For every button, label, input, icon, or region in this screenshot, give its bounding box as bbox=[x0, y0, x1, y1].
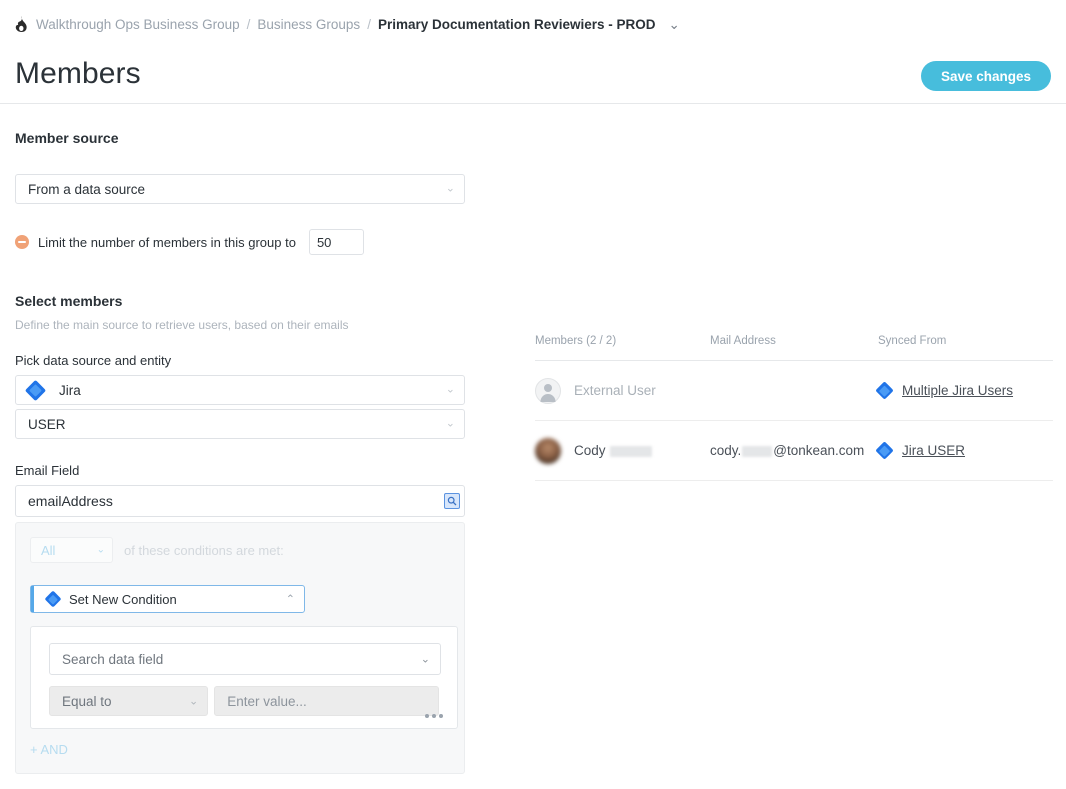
jira-diamond-icon bbox=[25, 379, 46, 400]
ellipsis-icon[interactable] bbox=[425, 714, 443, 718]
redacted-mail bbox=[742, 446, 772, 457]
mail-cell bbox=[710, 361, 878, 421]
chevron-down-icon: ⌄ bbox=[446, 184, 455, 195]
select-members-heading: Select members bbox=[15, 293, 465, 309]
member-name: Cody bbox=[574, 443, 606, 458]
email-field-wrapper bbox=[15, 485, 465, 517]
limit-members-row: Limit the number of members in this grou… bbox=[15, 229, 465, 255]
member-source-value: From a data source bbox=[28, 182, 145, 197]
data-field-placeholder: Search data field bbox=[62, 652, 163, 667]
flame-icon bbox=[15, 16, 28, 33]
limit-members-label: Limit the number of members in this grou… bbox=[38, 235, 296, 250]
mail-cell: cody. @tonkean.com bbox=[710, 421, 878, 481]
settings-column: Member source From a data source ⌄ Limit… bbox=[15, 130, 465, 774]
breadcrumb: Walkthrough Ops Business Group / Busines… bbox=[15, 16, 680, 33]
entity-select[interactable]: USER ⌄ bbox=[15, 409, 465, 439]
data-field-select[interactable]: Search data field ⌄ bbox=[49, 643, 441, 675]
members-table: Members (2 / 2) Mail Address Synced From… bbox=[535, 335, 1053, 481]
synced-cell: Jira USER bbox=[878, 421, 1053, 481]
page-title: Members bbox=[15, 57, 141, 91]
column-header-mail: Mail Address bbox=[710, 335, 878, 361]
breadcrumb-item-current[interactable]: Primary Documentation Reviewiers - PROD bbox=[378, 17, 656, 32]
synced-from-link[interactable]: Multiple Jira Users bbox=[902, 383, 1013, 398]
table-header-row: Members (2 / 2) Mail Address Synced From bbox=[535, 335, 1053, 361]
avatar bbox=[535, 378, 561, 404]
search-glyph bbox=[447, 496, 457, 506]
chevron-down-icon: ⌄ bbox=[446, 385, 455, 396]
email-field-label: Email Field bbox=[15, 463, 465, 478]
set-new-condition-label: Set New Condition bbox=[69, 592, 177, 607]
pick-data-source-label: Pick data source and entity bbox=[15, 353, 465, 368]
condition-value-input[interactable] bbox=[214, 686, 439, 716]
table-row: External User Multiple Jira Users bbox=[535, 361, 1053, 421]
condition-card: Search data field ⌄ Equal to ⌄ bbox=[30, 626, 458, 729]
column-header-synced: Synced From bbox=[878, 335, 1053, 361]
ellipsis-dot bbox=[432, 714, 436, 718]
operator-value: Equal to bbox=[62, 694, 112, 709]
member-name-wrap: Cody bbox=[574, 443, 652, 458]
search-icon[interactable] bbox=[444, 493, 460, 509]
add-and-condition-link[interactable]: + AND bbox=[30, 742, 68, 757]
column-header-members: Members (2 / 2) bbox=[535, 335, 710, 361]
limit-members-input[interactable] bbox=[309, 229, 364, 255]
member-cell: Cody bbox=[535, 421, 710, 481]
breadcrumb-item-0[interactable]: Walkthrough Ops Business Group bbox=[36, 17, 240, 32]
condition-operator-row: Equal to ⌄ bbox=[49, 686, 439, 716]
jira-diamond-icon bbox=[875, 381, 893, 399]
select-members-subtitle: Define the main source to retrieve users… bbox=[15, 318, 465, 332]
chevron-down-icon: ⌄ bbox=[446, 419, 455, 430]
avatar bbox=[535, 438, 561, 464]
chevron-down-icon: ⌄ bbox=[189, 695, 198, 708]
members-table-head: Members (2 / 2) Mail Address Synced From bbox=[535, 335, 1053, 361]
chevron-up-icon: ⌃ bbox=[286, 593, 295, 606]
chevron-down-icon[interactable]: ⌄ bbox=[669, 17, 680, 33]
member-source-heading: Member source bbox=[15, 130, 465, 146]
match-mode-value: All bbox=[41, 543, 55, 558]
header-divider bbox=[0, 103, 1066, 104]
limit-members-checkbox[interactable] bbox=[15, 235, 29, 249]
set-new-condition-select[interactable]: Set New Condition ⌃ bbox=[30, 585, 305, 613]
mail-suffix: @tonkean.com bbox=[773, 443, 864, 458]
jira-diamond-icon bbox=[875, 441, 893, 459]
members-table-wrapper: Members (2 / 2) Mail Address Synced From… bbox=[535, 335, 1053, 481]
conditions-panel: All ⌄ of these conditions are met: Set N… bbox=[15, 522, 465, 774]
synced-from-link[interactable]: Jira USER bbox=[902, 443, 965, 458]
member-source-select[interactable]: From a data source ⌄ bbox=[15, 174, 465, 204]
jira-diamond-icon bbox=[45, 591, 62, 608]
breadcrumb-separator: / bbox=[367, 17, 371, 32]
members-table-body: External User Multiple Jira Users bbox=[535, 361, 1053, 481]
match-mode-select[interactable]: All ⌄ bbox=[30, 537, 113, 563]
data-source-select[interactable]: Jira ⌄ bbox=[15, 375, 465, 405]
ellipsis-dot bbox=[425, 714, 429, 718]
table-row: Cody cody. @tonkean.com Jira USER bbox=[535, 421, 1053, 481]
email-field-input[interactable] bbox=[15, 485, 465, 517]
mail-prefix: cody. bbox=[710, 443, 741, 458]
member-name: External User bbox=[574, 383, 656, 398]
operator-select[interactable]: Equal to ⌄ bbox=[49, 686, 208, 716]
redacted-name bbox=[610, 446, 652, 457]
conditions-match-row: All ⌄ of these conditions are met: bbox=[30, 537, 450, 563]
data-source-value: Jira bbox=[59, 383, 81, 398]
chevron-down-icon: ⌄ bbox=[421, 653, 430, 666]
conditions-match-text: of these conditions are met: bbox=[124, 543, 284, 558]
breadcrumb-item-1[interactable]: Business Groups bbox=[257, 17, 360, 32]
member-cell: External User bbox=[535, 361, 710, 421]
synced-cell: Multiple Jira Users bbox=[878, 361, 1053, 421]
entity-value: USER bbox=[28, 417, 66, 432]
save-changes-button[interactable]: Save changes bbox=[921, 61, 1051, 91]
members-page: Walkthrough Ops Business Group / Busines… bbox=[0, 0, 1066, 789]
chevron-down-icon: ⌄ bbox=[97, 545, 105, 556]
breadcrumb-separator: / bbox=[247, 17, 251, 32]
ellipsis-dot bbox=[439, 714, 443, 718]
